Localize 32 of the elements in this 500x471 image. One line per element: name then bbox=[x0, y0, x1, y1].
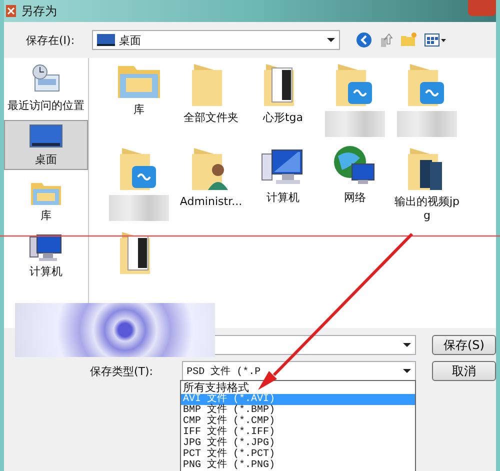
file-name: 网络 bbox=[344, 191, 366, 205]
file-type-option[interactable]: IFF 文件 (*.IFF) bbox=[181, 427, 415, 438]
back-icon[interactable] bbox=[356, 32, 372, 48]
file-type-option[interactable]: CMP 文件 (*.CMP) bbox=[181, 416, 415, 427]
view-menu-icon[interactable] bbox=[424, 32, 446, 48]
new-folder-icon[interactable] bbox=[400, 32, 418, 48]
window-title: 另存为 bbox=[21, 2, 57, 20]
sidebar-item[interactable]: 库 bbox=[4, 174, 88, 226]
desktop-icon bbox=[97, 34, 115, 46]
save-button[interactable]: 保存(S) bbox=[432, 335, 496, 355]
up-folder-icon[interactable] bbox=[378, 32, 394, 48]
file-type-label: 保存类型(T): bbox=[90, 364, 154, 378]
file-name: 心形tga bbox=[262, 111, 304, 125]
file-name: 计算机 bbox=[266, 191, 300, 205]
sidebar-item[interactable]: 最近访问的位置 bbox=[4, 60, 88, 116]
location-dropdown[interactable]: 桌面 bbox=[92, 30, 340, 50]
file-name: 全部文件夹 bbox=[184, 111, 238, 125]
save-in-label: 保存在(I): bbox=[26, 32, 76, 48]
app-icon bbox=[6, 5, 16, 17]
cancel-button[interactable]: 取消 bbox=[432, 361, 496, 381]
file-type-option[interactable]: PCT 文件 (*.PCT) bbox=[181, 449, 415, 460]
sidebar-item[interactable]: 计算机 bbox=[4, 230, 88, 282]
computer-icon bbox=[29, 233, 63, 263]
file-type-option[interactable]: JPG 文件 (*.JPG) bbox=[181, 438, 415, 449]
file-name: 输出的视频jpg bbox=[393, 195, 461, 222]
file-type-option[interactable]: 所有支持格式 bbox=[181, 381, 415, 394]
file-type-option[interactable]: BMP 文件 (*.BMP) bbox=[181, 405, 415, 416]
sidebar-item[interactable]: 桌面 bbox=[4, 120, 88, 170]
file-name: 库 bbox=[134, 103, 144, 117]
file-name: Administr... bbox=[180, 195, 242, 209]
file-type-dropdown[interactable]: PSD 文件 (*.P bbox=[182, 361, 416, 381]
file-type-option[interactable]: PNG 文件 (*.PNG) bbox=[181, 460, 415, 471]
